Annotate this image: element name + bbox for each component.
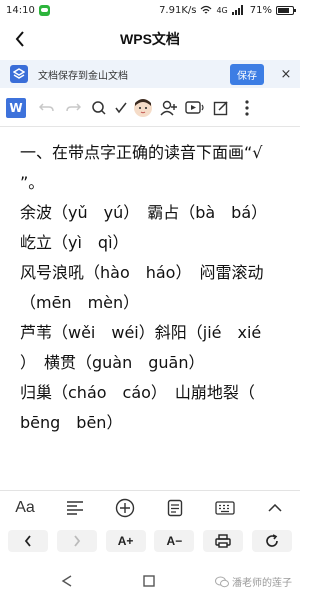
nav-home-button[interactable]	[134, 566, 164, 596]
edit-icon	[213, 101, 228, 116]
status-time: 14:10	[6, 4, 35, 16]
network-speed: 7.91K/s	[159, 4, 197, 16]
wps-logo-button[interactable]: W	[6, 98, 26, 118]
wechat-logo-icon	[215, 576, 229, 587]
font-format-button[interactable]: Aa	[0, 491, 50, 525]
toolbar-divider	[0, 126, 300, 127]
refresh-button[interactable]	[251, 530, 292, 552]
status-bar: 14:10 7.91K/s 4G 71%	[0, 0, 300, 20]
banner-text: 文档保存到金山文档	[38, 70, 128, 82]
edit-button[interactable]	[208, 96, 234, 120]
share-user-button[interactable]	[156, 96, 182, 120]
keyboard-icon	[215, 500, 235, 515]
chevron-left-icon	[24, 535, 31, 547]
banner-close-button[interactable]: ×	[278, 67, 294, 82]
signal-icon	[231, 5, 243, 15]
paragraph-button[interactable]	[50, 491, 100, 525]
keyboard-button[interactable]	[200, 491, 250, 525]
add-user-icon	[160, 100, 177, 116]
doc-line: ”。	[20, 173, 45, 192]
doc-line: bēng bēn）	[20, 413, 123, 432]
doc-line: 一、在带点字正确的读音下面画“√	[20, 143, 263, 162]
plus-circle-icon	[115, 498, 135, 517]
watermark-text: 潘老师的莲子	[232, 578, 292, 589]
notes-button[interactable]	[150, 491, 200, 525]
font-decrease-button[interactable]: A−	[154, 530, 195, 552]
watermark: 潘老师的莲子	[215, 574, 292, 589]
search-icon	[92, 101, 106, 115]
status-right: 7.91K/s 4G 71%	[159, 4, 296, 16]
more-menu-button[interactable]	[234, 96, 260, 120]
print-button[interactable]	[203, 530, 244, 552]
doc-line: 余波（yǔ yú） 霸占（bà bá）	[20, 203, 268, 222]
avatar-button[interactable]	[130, 96, 156, 120]
play-button[interactable]	[182, 96, 208, 120]
insert-button[interactable]	[100, 491, 150, 525]
chevron-left-icon	[15, 31, 24, 47]
bottom-edit-bar: Aa	[0, 490, 300, 524]
page-title: WPS文档	[120, 31, 180, 47]
nav-back-icon	[61, 575, 72, 587]
chevron-up-icon	[268, 503, 282, 512]
prev-page-button[interactable]	[8, 530, 48, 552]
nav-home-icon	[143, 575, 155, 587]
avatar-icon	[134, 99, 152, 117]
cloud-save-banner: 文档保存到金山文档 保存 ×	[0, 60, 300, 88]
undo-button[interactable]	[34, 96, 60, 120]
more-vertical-icon	[245, 100, 249, 116]
save-to-cloud-button[interactable]: 保存	[230, 63, 264, 85]
font-increase-button[interactable]: A+	[105, 530, 146, 552]
network-type: 4G	[216, 5, 228, 15]
wechat-notification-icon	[38, 4, 50, 16]
edit-toolbar: W	[0, 94, 300, 122]
redo-button[interactable]	[60, 96, 86, 120]
check-button[interactable]	[112, 96, 130, 120]
battery-icon	[276, 5, 296, 15]
next-page-button[interactable]	[56, 530, 97, 552]
collapse-toolbar-button[interactable]	[250, 491, 300, 525]
document-body[interactable]: 一、在带点字正确的读音下面画“√ ”。 余波（yǔ yú） 霸占（bà bá） …	[20, 138, 282, 438]
printer-icon	[215, 534, 231, 548]
battery-level	[278, 7, 290, 13]
wifi-icon	[201, 5, 212, 14]
chevron-right-icon	[74, 535, 80, 547]
redo-icon	[66, 103, 81, 112]
doc-line: 归巢（cháo cáo） 山崩地裂（	[20, 383, 255, 402]
align-left-icon	[67, 500, 83, 515]
refresh-icon	[266, 534, 278, 547]
play-video-icon	[185, 101, 204, 114]
search-button[interactable]	[86, 96, 112, 120]
check-icon	[115, 102, 127, 114]
doc-line: ） 横贯（guàn guān）	[20, 353, 205, 372]
doc-line: （mēn mèn）	[20, 293, 140, 312]
font-format-label: Aa	[15, 498, 35, 516]
battery-percent: 71%	[249, 4, 272, 16]
nav-back-button[interactable]	[52, 566, 82, 596]
note-icon	[167, 499, 183, 516]
cloud-doc-icon	[10, 65, 28, 83]
undo-icon	[39, 103, 54, 112]
doc-line: 屹立（yì qì）	[20, 233, 129, 252]
doc-line: 风号浪吼（hào háo） 闷雷滚动	[20, 263, 264, 282]
title-bar: WPS文档	[0, 24, 300, 54]
reading-bar: A+ A−	[0, 526, 300, 556]
doc-line: 芦苇（wěi wéi）斜阳（jié xié	[20, 323, 262, 342]
back-button[interactable]	[8, 27, 32, 51]
